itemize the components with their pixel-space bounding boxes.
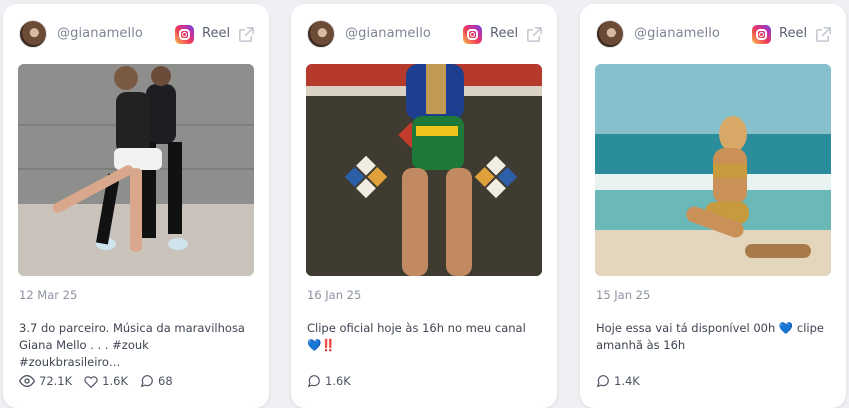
post-date: 12 Mar 25 (19, 288, 78, 302)
post-date: 16 Jan 25 (307, 288, 362, 302)
post-thumbnail[interactable] (18, 64, 254, 276)
comments-count: 1.4K (614, 374, 640, 388)
account-handle[interactable]: @gianamello (345, 26, 431, 41)
post-caption: 3.7 do parceiro. Música da maravilhosa G… (19, 321, 245, 369)
external-link-icon[interactable] (814, 25, 833, 44)
post-thumbnail[interactable] (595, 64, 831, 276)
avatar[interactable] (307, 20, 335, 48)
external-link-icon[interactable] (237, 25, 256, 44)
comments-count: 1.6K (325, 374, 351, 388)
views-stat: 72.1K (19, 374, 72, 388)
post-card[interactable]: @gianamello Reel 15 Jan 25 Hoje essa vai… (580, 4, 846, 408)
card-header: @gianamello Reel (596, 20, 834, 50)
post-date: 15 Jan 25 (596, 288, 651, 302)
music-video-photo (306, 64, 542, 276)
post-stats: 1.6K (307, 372, 351, 390)
post-card[interactable]: @gianamello Reel 12 Mar 25 3.7 do parcei… (3, 4, 269, 408)
comment-icon (596, 375, 609, 388)
post-caption: Hoje essa vai tá disponível 00h 💙 clipe … (596, 321, 824, 352)
post-thumbnail[interactable] (306, 64, 542, 276)
instagram-icon (463, 25, 482, 44)
post-caption: Clipe oficial hoje às 16h no meu canal 💙… (307, 321, 526, 352)
post-type-label: Reel (490, 26, 519, 41)
likes-count: 1.6K (102, 374, 128, 388)
avatar[interactable] (596, 20, 624, 48)
card-header: @gianamello Reel (307, 20, 545, 50)
post-type-label: Reel (779, 26, 808, 41)
avatar[interactable] (19, 20, 47, 48)
external-link-icon[interactable] (525, 25, 544, 44)
comments-count: 68 (158, 374, 173, 388)
card-header: @gianamello Reel (19, 20, 257, 50)
comments-stat: 1.4K (596, 374, 640, 388)
instagram-icon (175, 25, 194, 44)
heart-icon (84, 375, 98, 388)
likes-stat: 1.6K (84, 374, 128, 388)
beach-photo (595, 64, 831, 276)
post-type-label: Reel (202, 26, 231, 41)
account-handle[interactable]: @gianamello (634, 26, 720, 41)
dance-photo (18, 64, 254, 276)
instagram-icon (752, 25, 771, 44)
comments-stat: 68 (140, 374, 173, 388)
comments-stat: 1.6K (307, 374, 351, 388)
comment-icon (140, 375, 153, 388)
post-stats: 1.4K (596, 372, 640, 390)
account-handle[interactable]: @gianamello (57, 26, 143, 41)
post-card[interactable]: @gianamello Reel 16 Jan 25 Clipe oficial… (291, 4, 557, 408)
eye-icon (19, 374, 35, 388)
comment-icon (307, 375, 320, 388)
views-count: 72.1K (39, 374, 73, 388)
post-stats: 72.1K 1.6K 68 (19, 372, 173, 390)
